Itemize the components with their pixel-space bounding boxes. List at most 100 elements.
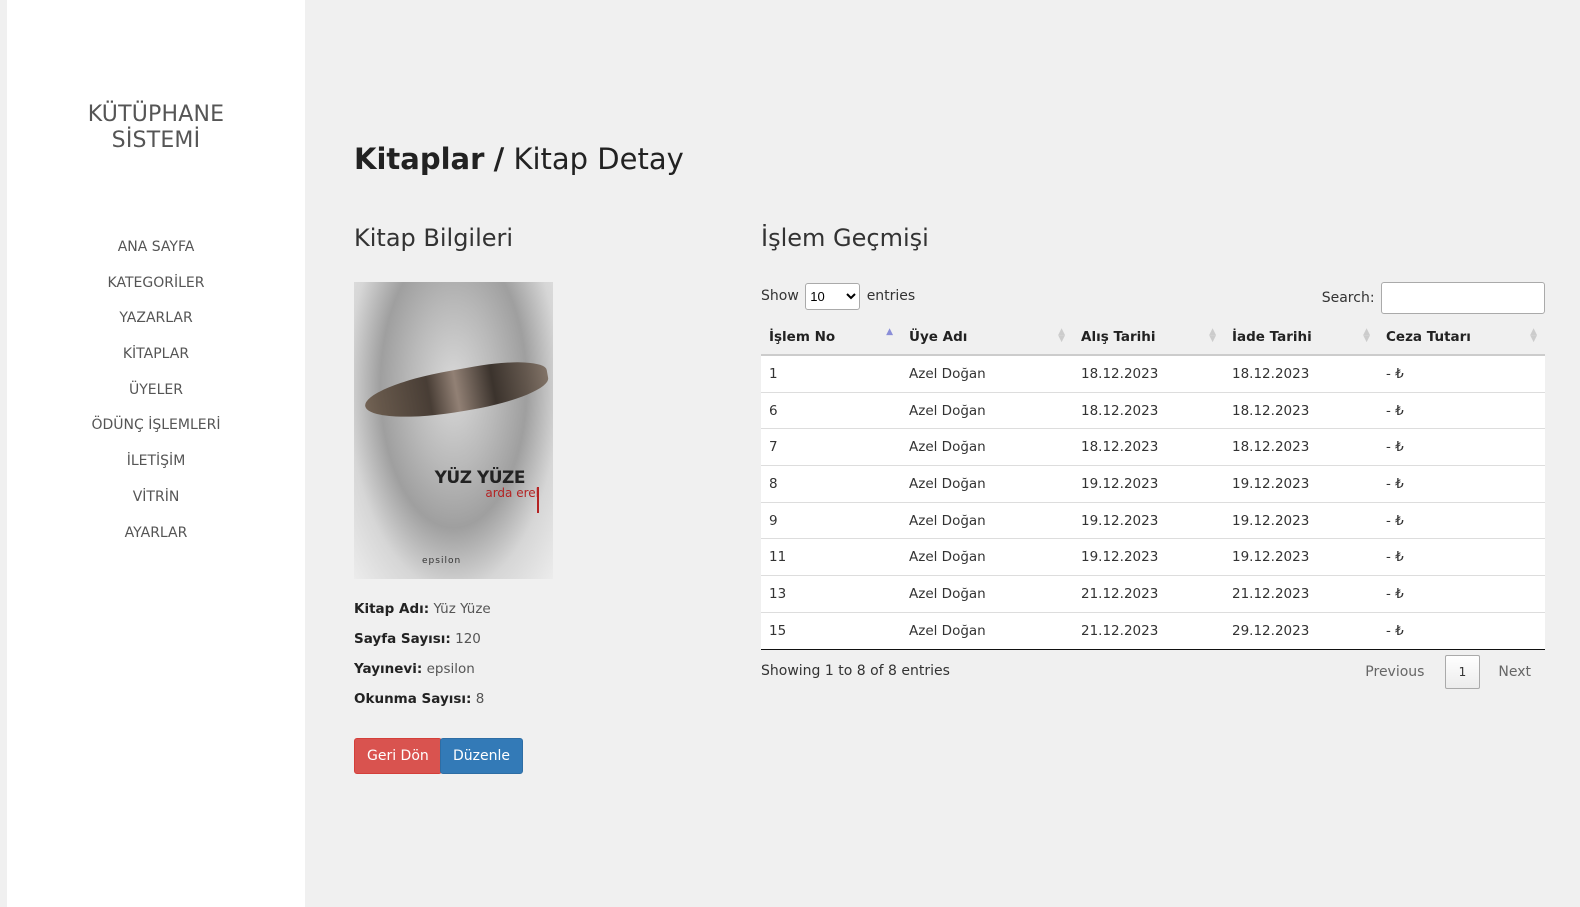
- table-header-row: İşlem No ▲ Üye Adı ▲ ▼ Alış Tarihi ▲ ▼ İade T…: [761, 320, 1545, 356]
- column-header-iade-tarihi[interactable]: İade Tarihi ▲ ▼: [1224, 320, 1378, 356]
- cell-uye-adi: Azel Doğan: [901, 465, 1073, 503]
- main-content: Kitaplar / Kitap Detay Kitap Bilgileri Y…: [305, 0, 1580, 907]
- table-row: 11 Azel Doğan 19.12.2023 19.12.2023- ₺: [761, 538, 1545, 576]
- cell-ceza-tutari: - ₺: [1378, 354, 1545, 393]
- sort-ascending-icon: ▲: [886, 327, 893, 337]
- table-row: 15 Azel Doğan 21.12.2023 29.12.2023- ₺: [761, 611, 1545, 650]
- cell-alis-tarihi: 18.12.2023: [1073, 428, 1224, 466]
- column-label: Üye Adı: [909, 329, 968, 345]
- sidebar-item-kitaplar[interactable]: KİTAPLAR: [7, 344, 305, 380]
- column-header-islem-no[interactable]: İşlem No ▲: [761, 320, 901, 356]
- cell-iade-tarihi: 18.12.2023: [1224, 428, 1378, 466]
- sidebar-item-uyeler[interactable]: ÜYELER: [7, 380, 305, 416]
- cover-accent-bar: [537, 487, 539, 513]
- cell-islem-no: 11: [761, 538, 901, 576]
- table-footer: Showing 1 to 8 of 8 entries Previous 1 N…: [761, 655, 1545, 691]
- page-length-select[interactable]: 10: [805, 282, 861, 310]
- cell-uye-adi: Azel Doğan: [901, 575, 1073, 613]
- cell-uye-adi: Azel Doğan: [901, 354, 1073, 393]
- brand-logo[interactable]: KÜTÜPHANE SİSTEMİ: [7, 102, 305, 154]
- cell-islem-no: 6: [761, 391, 901, 429]
- cell-uye-adi: Azel Doğan: [901, 428, 1073, 466]
- table-row: 13 Azel Doğan 21.12.2023 21.12.2023- ₺: [761, 575, 1545, 613]
- field-label: Yayınevi:: [354, 661, 423, 677]
- cell-iade-tarihi: 21.12.2023: [1224, 575, 1378, 613]
- cell-ceza-tutari: - ₺: [1378, 501, 1545, 539]
- sidebar-item-ana-sayfa[interactable]: ANA SAYFA: [7, 237, 305, 273]
- column-label: Ceza Tutarı: [1386, 329, 1471, 345]
- cell-iade-tarihi: 18.12.2023: [1224, 354, 1378, 393]
- sort-icon: ▲ ▼: [1058, 327, 1065, 344]
- cell-alis-tarihi: 21.12.2023: [1073, 611, 1224, 650]
- cover-publisher-logo: epsilon: [422, 556, 462, 566]
- cell-alis-tarihi: 19.12.2023: [1073, 465, 1224, 503]
- sidebar-item-odunc-islemleri[interactable]: ÖDÜNÇ İŞLEMLERİ: [7, 415, 305, 451]
- cell-iade-tarihi: 29.12.2023: [1224, 611, 1378, 650]
- cell-alis-tarihi: 19.12.2023: [1073, 501, 1224, 539]
- cell-iade-tarihi: 19.12.2023: [1224, 465, 1378, 503]
- field-label: Kitap Adı:: [354, 601, 430, 617]
- pagination: Previous 1 Next: [1365, 655, 1545, 689]
- cell-alis-tarihi: 19.12.2023: [1073, 538, 1224, 576]
- cell-ceza-tutari: - ₺: [1378, 391, 1545, 429]
- column-header-alis-tarihi[interactable]: Alış Tarihi ▲ ▼: [1073, 320, 1224, 356]
- page-1-button[interactable]: 1: [1444, 655, 1480, 689]
- table-row: 7 Azel Doğan 18.12.2023 18.12.2023- ₺: [761, 428, 1545, 466]
- sidebar-item-vitrin[interactable]: VİTRİN: [7, 487, 305, 523]
- cell-alis-tarihi: 18.12.2023: [1073, 391, 1224, 429]
- column-label: Alış Tarihi: [1081, 329, 1156, 345]
- cell-islem-no: 13: [761, 575, 901, 613]
- search-input[interactable]: [1381, 282, 1545, 314]
- book-field-read-count: Okunma Sayısı: 8: [354, 690, 491, 720]
- previous-page-button[interactable]: Previous: [1365, 655, 1424, 689]
- history-table: İşlem No ▲ Üye Adı ▲ ▼ Alış Tarihi ▲ ▼ İade T…: [761, 320, 1545, 650]
- entries-label: entries: [866, 288, 916, 304]
- cell-ceza-tutari: - ₺: [1378, 611, 1545, 650]
- field-label: Sayfa Sayısı:: [354, 631, 451, 647]
- breadcrumb-root[interactable]: Kitaplar: [354, 142, 484, 176]
- breadcrumb-separator: /: [493, 142, 505, 176]
- breadcrumb-current: Kitap Detay: [513, 142, 684, 176]
- column-label: İade Tarihi: [1232, 329, 1312, 345]
- cell-islem-no: 9: [761, 501, 901, 539]
- search-control: Search:: [1322, 282, 1545, 314]
- cell-ceza-tutari: - ₺: [1378, 538, 1545, 576]
- sidebar-nav: ANA SAYFA KATEGORİLER YAZARLAR KİTAPLAR …: [7, 237, 305, 558]
- table-row: 8 Azel Doğan 19.12.2023 19.12.2023- ₺: [761, 465, 1545, 503]
- cell-uye-adi: Azel Doğan: [901, 391, 1073, 429]
- cell-uye-adi: Azel Doğan: [901, 611, 1073, 650]
- show-label: Show: [761, 288, 799, 304]
- field-value: 8: [475, 691, 485, 707]
- sidebar-item-ayarlar[interactable]: AYARLAR: [7, 523, 305, 559]
- cover-eyes-art: [361, 354, 552, 428]
- table-row: 6 Azel Doğan 18.12.2023 18.12.2023- ₺: [761, 391, 1545, 429]
- field-label: Okunma Sayısı:: [354, 691, 472, 707]
- sidebar-item-kategoriler[interactable]: KATEGORİLER: [7, 273, 305, 309]
- edit-button[interactable]: Düzenle: [440, 738, 523, 774]
- column-header-uye-adi[interactable]: Üye Adı ▲ ▼: [901, 320, 1073, 356]
- search-label: Search:: [1321, 290, 1375, 306]
- book-cover-image: YÜZ YÜZE arda erel epsilon: [354, 282, 553, 579]
- cell-alis-tarihi: 21.12.2023: [1073, 575, 1224, 613]
- sidebar: KÜTÜPHANE SİSTEMİ ANA SAYFA KATEGORİLER …: [7, 0, 305, 907]
- field-value: epsilon: [426, 661, 475, 677]
- sidebar-item-iletisim[interactable]: İLETİŞİM: [7, 451, 305, 487]
- book-field-name: Kitap Adı: Yüz Yüze: [354, 600, 491, 630]
- column-label: İşlem No: [769, 329, 836, 345]
- book-field-publisher: Yayınevi: epsilon: [354, 660, 491, 690]
- brand-line-1: KÜTÜPHANE: [87, 102, 225, 127]
- table-row: 9 Azel Doğan 19.12.2023 19.12.2023- ₺: [761, 501, 1545, 539]
- field-value: Yüz Yüze: [433, 601, 491, 617]
- cell-iade-tarihi: 19.12.2023: [1224, 538, 1378, 576]
- cell-islem-no: 15: [761, 611, 901, 650]
- table-info-text: Showing 1 to 8 of 8 entries: [761, 663, 950, 679]
- cell-ceza-tutari: - ₺: [1378, 575, 1545, 613]
- cell-iade-tarihi: 18.12.2023: [1224, 391, 1378, 429]
- sort-icon: ▲ ▼: [1530, 327, 1537, 344]
- back-button[interactable]: Geri Dön: [354, 738, 442, 774]
- column-header-ceza-tutari[interactable]: Ceza Tutarı ▲ ▼: [1378, 320, 1545, 356]
- next-page-button[interactable]: Next: [1498, 655, 1531, 689]
- sidebar-item-yazarlar[interactable]: YAZARLAR: [7, 308, 305, 344]
- cell-uye-adi: Azel Doğan: [901, 538, 1073, 576]
- table-row: 1 Azel Doğan 18.12.2023 18.12.2023- ₺: [761, 354, 1545, 393]
